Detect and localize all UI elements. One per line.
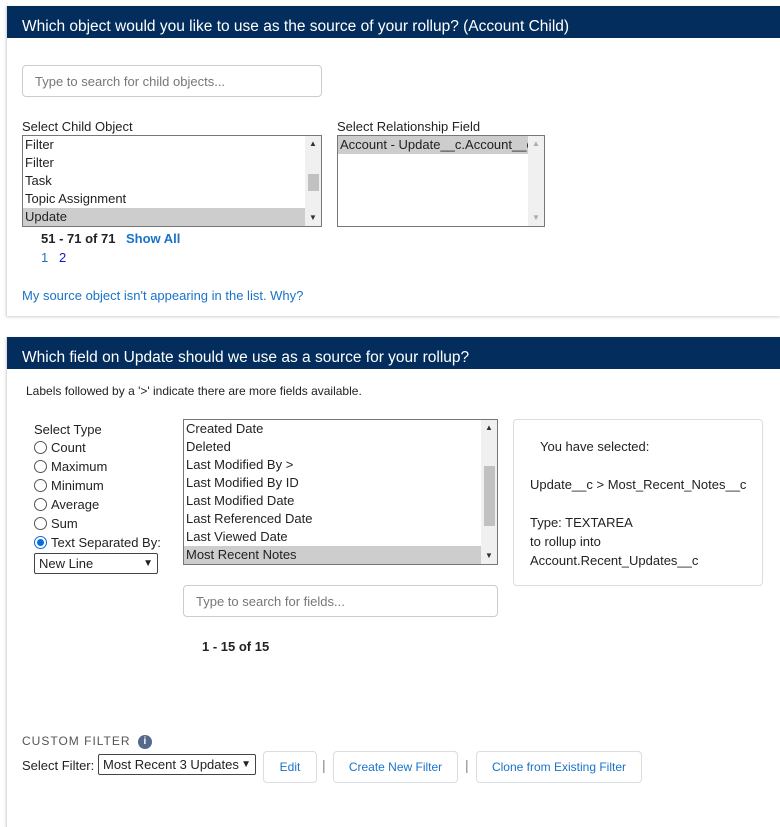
child-object-label: Select Child Object: [22, 119, 133, 134]
relationship-option[interactable]: Account - Update__c.Account__c: [338, 136, 528, 154]
show-all-link[interactable]: Show All: [126, 231, 180, 246]
type-radio-count[interactable]: Count: [34, 440, 86, 455]
radio-label: Maximum: [51, 459, 108, 474]
summary-path: Update__c > Most_Recent_Notes__c: [530, 477, 747, 492]
child-object-option[interactable]: Update: [23, 208, 305, 226]
placeholder: Type to search for child objects...: [35, 73, 226, 89]
field-option[interactable]: Last Viewed Date: [184, 528, 481, 546]
child-object-option[interactable]: Filter: [23, 136, 305, 154]
help-link[interactable]: My source object isn't appearing in the …: [22, 288, 303, 303]
placeholder: Type to search for fields...: [196, 593, 345, 609]
divider: |: [322, 757, 326, 773]
summary-heading: You have selected:: [540, 439, 650, 454]
scrollbar[interactable]: ▲ ▼: [528, 136, 544, 226]
separator-value: New Line: [39, 556, 94, 571]
scroll-up-icon[interactable]: ▲: [481, 420, 497, 436]
field-listbox[interactable]: Created Date Deleted Last Modified By > Las…: [183, 419, 498, 565]
child-object-option[interactable]: Task: [23, 172, 305, 190]
selection-summary: You have selected: Update__c > Most_Rece…: [513, 419, 763, 586]
chevron-down-icon: ▼: [241, 759, 251, 770]
radio-label: Count: [51, 440, 86, 455]
scroll-up-icon[interactable]: ▲: [305, 136, 321, 152]
page-2-link[interactable]: 2: [59, 250, 66, 265]
child-object-option[interactable]: Topic Assignment: [23, 190, 305, 208]
radio-circle[interactable]: [34, 479, 47, 492]
child-object-option[interactable]: Filter: [23, 154, 305, 172]
filter-value: Most Recent 3 Updates: [103, 757, 239, 772]
field-option[interactable]: Most Recent Notes: [184, 546, 481, 564]
scrollbar[interactable]: ▲ ▼: [481, 420, 497, 564]
edit-filter-button[interactable]: Edit: [263, 751, 317, 783]
section-title: Which field on Update should we use as a…: [7, 337, 780, 369]
filter-select[interactable]: Most Recent 3 Updates ▼: [98, 754, 256, 775]
pagination-count: 51 - 71 of 71: [41, 231, 116, 246]
summary-type: Type: TEXTAREA: [530, 515, 633, 530]
source-object-panel: Which object would you like to use as th…: [6, 6, 780, 316]
field-option[interactable]: Created Date: [184, 420, 481, 438]
type-radio-maximum[interactable]: Maximum: [34, 459, 107, 474]
separator-select[interactable]: New Line ▼: [34, 553, 158, 574]
scrollbar[interactable]: ▲ ▼: [305, 136, 321, 226]
radio-label: Sum: [51, 516, 78, 531]
radio-circle[interactable]: [34, 498, 47, 511]
scroll-down-icon[interactable]: ▼: [305, 210, 321, 226]
section-title: Which object would you like to use as th…: [7, 6, 780, 38]
field-option[interactable]: Last Modified By >: [184, 456, 481, 474]
field-option[interactable]: Last Referenced Date: [184, 510, 481, 528]
field-pagination: 1 - 15 of 15: [202, 639, 270, 654]
scroll-down-icon[interactable]: ▼: [528, 210, 544, 226]
page-1-link[interactable]: 1: [41, 250, 48, 265]
child-object-listbox[interactable]: Filter Filter Task Topic Assignment Update ▲…: [22, 135, 322, 227]
radio-label: Average: [51, 497, 100, 512]
field-option[interactable]: Deleted: [184, 438, 481, 456]
child-object-search-input[interactable]: Type to search for child objects...: [22, 65, 322, 97]
radio-circle[interactable]: [34, 460, 47, 473]
field-option[interactable]: Last Modified Date: [184, 492, 481, 510]
relationship-field-listbox[interactable]: Account - Update__c.Account__c ▲ ▼: [337, 135, 545, 227]
create-filter-button[interactable]: Create New Filter: [333, 751, 458, 783]
relationship-field-label: Select Relationship Field: [337, 119, 481, 134]
radio-label: Text Separated By:: [51, 535, 161, 550]
type-radio-sum[interactable]: Sum: [34, 516, 78, 531]
custom-filter-heading: CUSTOM FILTER i: [22, 734, 152, 749]
field-search-input[interactable]: Type to search for fields...: [183, 585, 498, 617]
radio-label: Minimum: [51, 478, 104, 493]
clone-filter-button[interactable]: Clone from Existing Filter: [476, 751, 642, 783]
select-type-label: Select Type: [34, 422, 102, 437]
type-radio-average[interactable]: Average: [34, 497, 99, 512]
type-radio-text[interactable]: Text Separated By:: [34, 535, 161, 550]
scroll-up-icon[interactable]: ▲: [528, 136, 544, 152]
type-radio-minimum[interactable]: Minimum: [34, 478, 104, 493]
hint-text: Labels followed by a '>' indicate there …: [26, 384, 362, 398]
radio-circle[interactable]: [34, 517, 47, 530]
source-field-panel: Which field on Update should we use as a…: [6, 337, 780, 827]
scroll-down-icon[interactable]: ▼: [481, 548, 497, 564]
radio-circle[interactable]: [34, 441, 47, 454]
chevron-down-icon: ▼: [143, 558, 153, 569]
divider: |: [465, 757, 469, 773]
info-icon[interactable]: i: [137, 734, 152, 749]
summary-target: Account.Recent_Updates__c: [530, 553, 699, 568]
field-option[interactable]: Last Modified By ID: [184, 474, 481, 492]
select-filter-label: Select Filter:: [22, 758, 95, 773]
summary-rollup-into: to rollup into: [530, 534, 601, 549]
radio-circle[interactable]: [34, 536, 47, 549]
